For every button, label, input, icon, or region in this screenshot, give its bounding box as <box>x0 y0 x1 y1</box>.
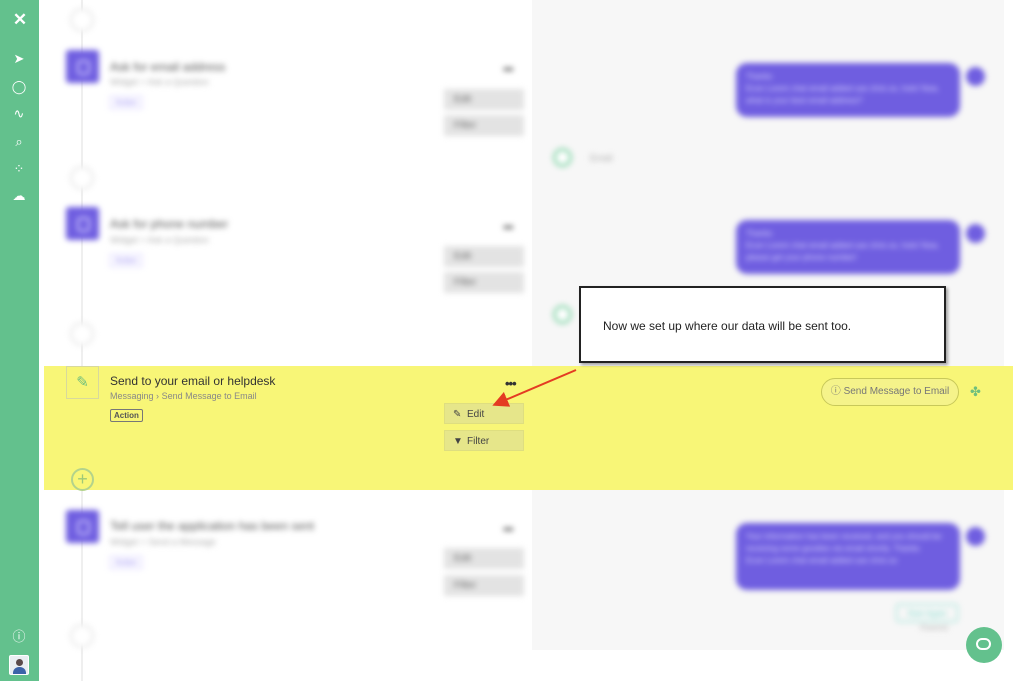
annotation-arrow <box>492 369 577 407</box>
chat-launcher-button[interactable] <box>966 627 1002 663</box>
